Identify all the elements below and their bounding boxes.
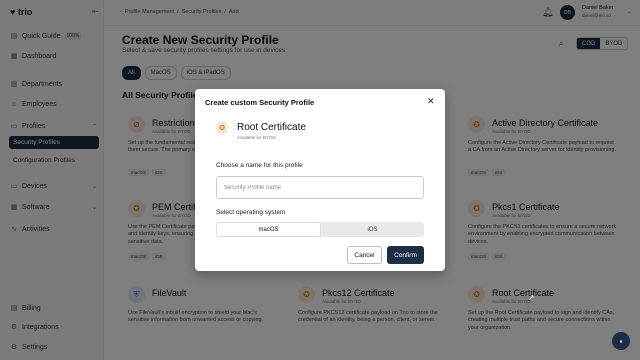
close-icon[interactable]: ✕ (427, 96, 435, 107)
profile-name-input[interactable] (216, 176, 424, 199)
certificate-icon: ✪ (216, 121, 228, 135)
modal-title: Create custom Security Profile (205, 98, 315, 107)
create-profile-modal: Create custom Security Profile ✕ ✪ Root … (195, 89, 445, 271)
os-option-macos[interactable]: macOS (216, 222, 321, 237)
selected-profile-tag: Available for BYOD (237, 135, 276, 140)
selected-profile-name: Root Certificate (237, 122, 306, 133)
os-segmented-control: macOS iOS (216, 222, 424, 237)
os-select-label: Select operating system (216, 209, 286, 216)
cancel-button[interactable]: Cancel (347, 246, 382, 264)
chat-support-icon[interactable]: ▪ (612, 332, 630, 350)
os-option-ios[interactable]: iOS (321, 222, 424, 237)
confirm-button[interactable]: Confirm (387, 246, 424, 264)
profile-name-label: Choose a name for this profile (216, 162, 303, 169)
mouse-cursor-icon: ➚ (528, 293, 535, 302)
